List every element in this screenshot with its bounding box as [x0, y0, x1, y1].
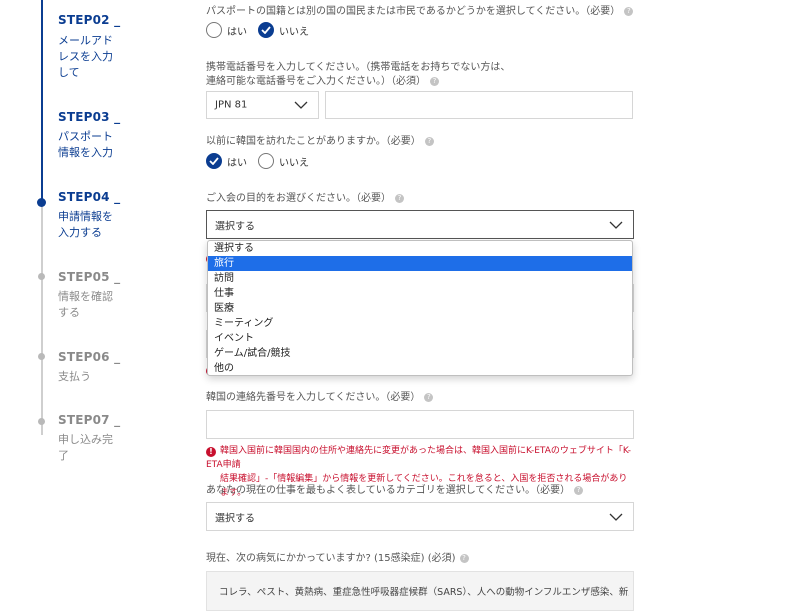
question-circle-icon[interactable]: ? — [424, 136, 434, 146]
check-icon — [206, 153, 222, 169]
step03-title: STEP03 _ — [58, 110, 121, 124]
question-circle-icon[interactable]: ? — [395, 193, 404, 203]
purpose-dropdown-list[interactable]: 選択する 旅行 訪問 仕事 医療 ミーティング イベント ゲーム/試合/競技 他… — [207, 240, 633, 376]
check-icon — [258, 22, 274, 38]
step06-desc: 支払う — [58, 370, 91, 383]
job-category-question: あなたの現在の仕事を最もよく表しているカテゴリを選択してください。（必要）? — [206, 484, 584, 498]
purpose-option[interactable]: 仕事 — [208, 286, 632, 301]
step03-desc: パスポート情報を入力 — [58, 130, 113, 159]
disease-list-box: コレラ、ペスト、黄熱病、重症急性呼吸器症候群（SARS）、人への動物インフルエン… — [206, 571, 634, 611]
country-code-select[interactable]: JPN 81 — [206, 91, 319, 119]
question-circle-icon[interactable]: ? — [574, 485, 584, 495]
purpose-option-highlighted[interactable]: 旅行 — [208, 256, 632, 271]
purpose-option[interactable]: ミーティング — [208, 316, 632, 331]
purpose-option[interactable]: イベント — [208, 331, 632, 346]
dual-nationality-question: パスポートの国籍とは別の国の国民または市民であるかどうかを選択してください。（必… — [206, 5, 634, 19]
purpose-option[interactable]: 選択する — [208, 241, 632, 256]
stepper-remaining-line — [41, 205, 43, 435]
korea-contact-question: 韓国の連絡先番号を入力してください。（必要）? — [206, 391, 434, 405]
radio-unchecked-icon — [258, 153, 274, 169]
phone-number-input[interactable] — [325, 91, 633, 119]
dual-nationality-yes-radio[interactable]: はい — [206, 22, 247, 38]
chevron-down-icon — [294, 101, 308, 109]
question-circle-icon[interactable]: ? — [459, 553, 469, 563]
step04-title: STEP04 _ — [58, 190, 121, 204]
purpose-option[interactable]: 医療 — [208, 301, 632, 316]
purpose-option[interactable]: 訪問 — [208, 271, 632, 286]
step02-title: STEP02 _ — [58, 13, 121, 27]
question-circle-icon[interactable]: ? — [430, 76, 439, 86]
question-circle-icon[interactable]: ? — [424, 392, 434, 402]
step05-desc: 情報を確認する — [58, 290, 113, 319]
visited-before-yes-radio[interactable]: はい — [206, 153, 247, 169]
disease-list-text: コレラ、ペスト、黄熱病、重症急性呼吸器症候群（SARS）、人への動物インフルエン… — [219, 587, 629, 598]
step02-desc: メールアドレスを入力して — [58, 34, 113, 79]
chevron-down-icon — [609, 221, 623, 229]
step06-dot — [38, 353, 45, 360]
visited-before-question: 以前に韓国を訪れたことがありますか。（必要）? — [206, 135, 434, 149]
stepper-progress-line — [41, 0, 43, 205]
phone-question: 携帯電話番号を入力してください。（携帯電話をお持ちでない方は、 連絡可能な電話番… — [206, 62, 511, 87]
visited-before-no-radio[interactable]: いいえ — [258, 153, 309, 169]
purpose-select[interactable]: 選択する — [206, 210, 634, 239]
step07-dot — [38, 418, 45, 425]
error-circle-icon: ! — [206, 447, 216, 457]
disease-question: 現在、次の病気にかかっていますか? (15感染症) (必須)? — [206, 552, 469, 566]
purpose-option[interactable]: ゲーム/試合/競技 — [208, 346, 632, 361]
radio-unchecked-icon — [206, 22, 222, 38]
korea-contact-input[interactable] — [206, 410, 634, 439]
question-circle-icon[interactable]: ? — [624, 6, 634, 16]
step05-title: STEP05 _ — [58, 270, 121, 284]
step05-dot — [38, 273, 45, 280]
step06-title: STEP06 _ — [58, 350, 121, 364]
step04-desc: 申請情報を入力する — [58, 210, 113, 239]
step04-dot — [37, 198, 46, 207]
chevron-down-icon — [609, 513, 623, 521]
step07-title: STEP07 _ — [58, 413, 121, 427]
purpose-option[interactable]: 他の — [208, 361, 632, 376]
job-category-select[interactable]: 選択する — [206, 502, 634, 531]
purpose-question: ご入会の目的をお選びください。（必要）? — [206, 192, 404, 206]
step07-desc: 申し込み完了 — [58, 433, 113, 462]
dual-nationality-no-radio[interactable]: いいえ — [258, 22, 309, 38]
